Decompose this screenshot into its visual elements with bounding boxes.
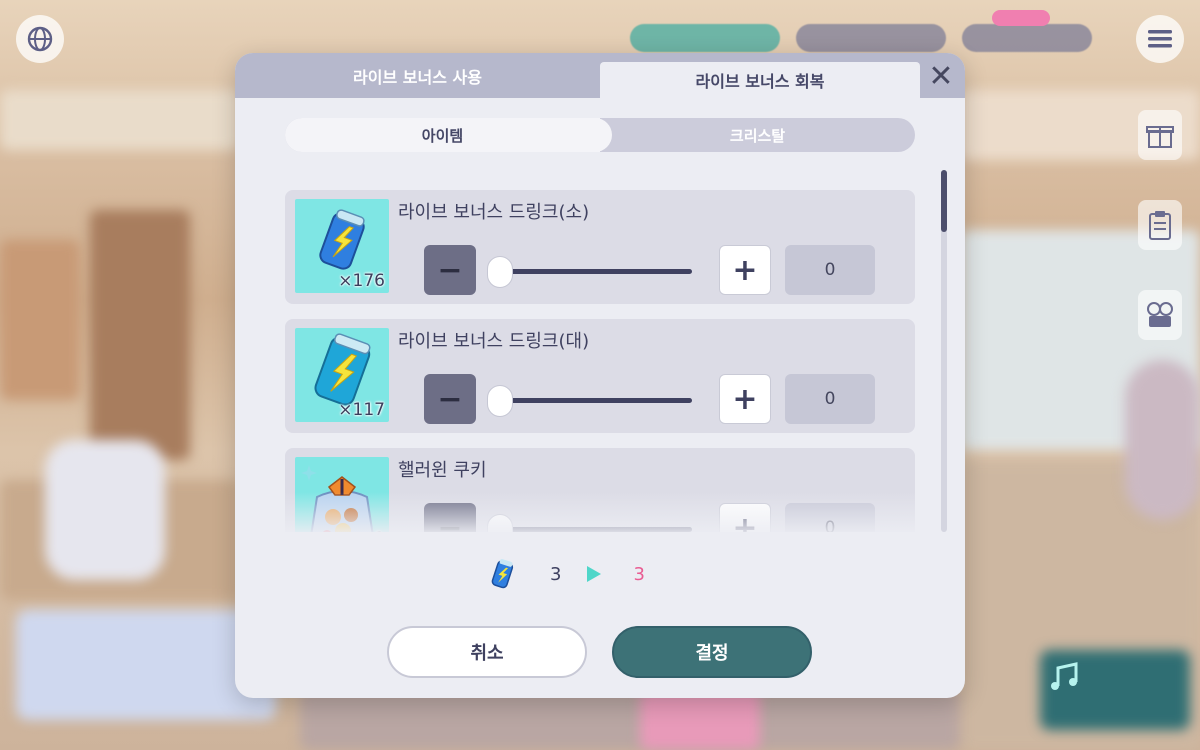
- item-quantity: ×117: [338, 400, 385, 420]
- item-quantity: ×1: [360, 529, 385, 532]
- subtab-bar: 아이템 크리스탈: [285, 118, 915, 152]
- clipboard-icon[interactable]: [1138, 200, 1182, 250]
- hamburger-menu-icon[interactable]: [1136, 15, 1184, 63]
- list-item: ×176 라이브 보너스 드링크(소) − + 0: [285, 190, 915, 304]
- live-bonus-drink-icon: [490, 558, 516, 590]
- quantity-slider-track[interactable]: [492, 269, 692, 274]
- live-bonus-current: 3: [550, 563, 562, 585]
- hud-pill: [962, 24, 1092, 52]
- globe-icon[interactable]: [16, 15, 64, 63]
- halloween-cookie-icon: ×1: [295, 457, 389, 532]
- subtab-crystal[interactable]: 크리스탈: [600, 118, 915, 152]
- tab-live-bonus-recover[interactable]: 라이브 보너스 회복: [600, 62, 920, 98]
- subtab-item[interactable]: 아이템: [285, 118, 612, 152]
- cancel-button[interactable]: 취소: [387, 626, 587, 678]
- item-list[interactable]: ×176 라이브 보너스 드링크(소) − + 0 ×117 라이브 보너스 드…: [285, 190, 915, 532]
- item-name: 라이브 보너스 드링크(소): [398, 202, 590, 223]
- decrease-button[interactable]: −: [424, 245, 476, 295]
- dialog-tab-bar: 라이브 보너스 사용 라이브 보너스 회복 ✕: [235, 53, 965, 98]
- item-name: 라이브 보너스 드링크(대): [398, 331, 590, 352]
- quantity-value: 0: [785, 245, 875, 295]
- list-scrollbar[interactable]: [941, 170, 947, 532]
- scrollbar-thumb[interactable]: [941, 170, 947, 232]
- list-item: ×117 라이브 보너스 드링크(대) − + 0: [285, 319, 915, 433]
- item-quantity: ×176: [338, 271, 385, 291]
- increase-button[interactable]: +: [719, 245, 771, 295]
- projector-icon[interactable]: [1138, 290, 1182, 340]
- quantity-slider-track[interactable]: [492, 398, 692, 403]
- quantity-slider-track[interactable]: [492, 527, 692, 532]
- list-item: ×1 핼러윈 쿠키 − + 0: [285, 448, 915, 532]
- hud-badge: [992, 10, 1050, 26]
- energy-drink-large-icon: ×117: [295, 328, 389, 422]
- hud-pill: [796, 24, 946, 52]
- confirm-button[interactable]: 결정: [612, 626, 812, 678]
- live-bonus-after: 3: [633, 563, 645, 585]
- quantity-slider-handle[interactable]: [487, 256, 513, 288]
- music-note-icon[interactable]: [1048, 660, 1082, 694]
- live-bonus-dialog: 라이브 보너스 사용 라이브 보너스 회복 ✕ 아이템 크리스탈 ×176 라이…: [235, 53, 965, 698]
- decrease-button[interactable]: −: [424, 374, 476, 424]
- gift-icon[interactable]: [1138, 110, 1182, 160]
- increase-button[interactable]: +: [719, 374, 771, 424]
- subtab-item-label: 아이템: [421, 126, 464, 145]
- live-bonus-summary: 3 3: [490, 558, 645, 590]
- quantity-slider-handle[interactable]: [487, 385, 513, 417]
- tab-live-bonus-use[interactable]: 라이브 보너스 사용: [235, 53, 600, 98]
- energy-drink-small-icon: ×176: [295, 199, 389, 293]
- increase-button[interactable]: +: [719, 503, 771, 532]
- close-icon[interactable]: ✕: [925, 61, 957, 93]
- hud-pill: [630, 24, 780, 52]
- item-name: 핼러윈 쿠키: [398, 460, 487, 481]
- arrow-right-icon: [587, 566, 602, 582]
- quantity-slider-handle[interactable]: [487, 514, 513, 532]
- decrease-button[interactable]: −: [424, 503, 476, 532]
- quantity-value: 0: [785, 503, 875, 532]
- quantity-value: 0: [785, 374, 875, 424]
